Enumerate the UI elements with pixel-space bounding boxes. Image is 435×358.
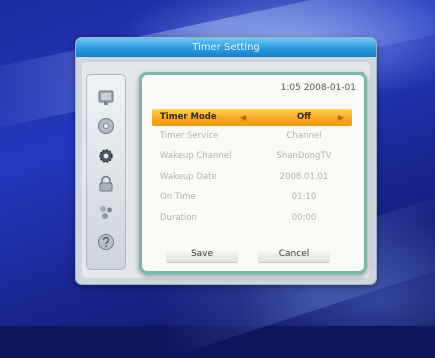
timer-service-row[interactable]: Timer Service Channel (152, 128, 352, 145)
cancel-button[interactable]: Cancel (258, 247, 330, 263)
row-value: Off (296, 112, 312, 122)
on-time-row[interactable]: On Time 01:10 (152, 189, 352, 206)
current-datetime: 1:05 2008-01-01 (280, 83, 356, 93)
help-icon[interactable] (96, 232, 116, 252)
row-value: ShanDongTV (276, 151, 332, 161)
row-label: Timer Service (160, 131, 219, 141)
timer-dialog: 1:05 2008-01-01 Timer Mode ◀ Off ▶ Timer… (139, 72, 367, 274)
row-value: 2008.01.01 (279, 172, 329, 182)
arrow-left-icon[interactable]: ◀ (240, 109, 246, 126)
timer-mode-row[interactable]: Timer Mode ◀ Off ▶ (152, 109, 352, 126)
wakeup-channel-row[interactable]: Wakeup Channel ShanDongTV (152, 148, 352, 165)
dots-icon[interactable] (96, 202, 116, 222)
lock-icon[interactable] (96, 174, 116, 194)
row-value: Channel (286, 131, 322, 141)
save-button[interactable]: Save (166, 247, 238, 263)
row-value: 01:10 (291, 192, 317, 202)
row-value: 00:00 (291, 213, 317, 223)
row-label: Duration (160, 213, 197, 223)
wakeup-date-row[interactable]: Wakeup Date 2008.01.01 (152, 169, 352, 186)
row-label: On Time (160, 192, 196, 202)
panel-title: Timer Setting (76, 38, 376, 57)
settings-gear-icon[interactable] (96, 146, 116, 166)
tv-screen-icon[interactable] (96, 88, 116, 108)
arrow-right-icon[interactable]: ▶ (338, 109, 344, 126)
row-label: Timer Mode (160, 112, 217, 122)
menu-icon-strip (86, 74, 126, 270)
disc-icon[interactable] (96, 116, 116, 136)
row-label: Wakeup Date (160, 172, 217, 182)
row-label: Wakeup Channel (160, 151, 232, 161)
duration-row[interactable]: Duration 00:00 (152, 210, 352, 227)
